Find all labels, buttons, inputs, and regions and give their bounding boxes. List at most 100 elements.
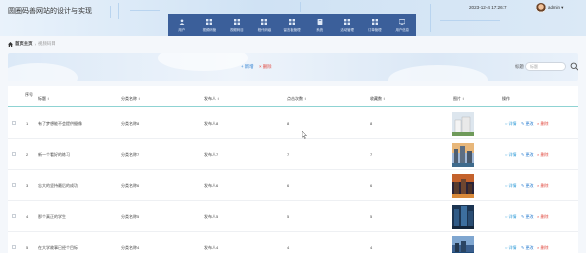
row-checkbox[interactable]	[12, 183, 16, 187]
row-checkbox[interactable]	[12, 245, 16, 249]
nav-item-user[interactable]: 用户	[168, 14, 196, 36]
header-publisher[interactable]: 发布人 ↕	[204, 96, 219, 102]
grid-icon	[233, 18, 240, 25]
screen-icon	[399, 18, 406, 25]
header-category[interactable]: 分类名称 ↕	[121, 96, 140, 102]
row-title: 那个真正的学生	[38, 214, 66, 219]
delete-row-button[interactable]: × 删除	[537, 214, 548, 220]
row-favorites: 8	[370, 121, 373, 126]
grid-icon	[344, 18, 351, 25]
nav-item-4[interactable]: 程代码级	[251, 14, 279, 36]
decor-line	[440, 20, 500, 21]
table-row: 1 有了梦想能不会提供摄像 分类名称8 发布人8 8 8 ○ 详情 ✎ 更改 ×…	[8, 108, 578, 139]
nav-label: 留言板管理	[283, 27, 301, 32]
row-category: 分类名称7	[121, 152, 140, 157]
detail-button[interactable]: ○ 详情	[505, 152, 517, 158]
decor-line	[300, 2, 301, 12]
row-clicks: 7	[287, 152, 290, 157]
search-icon[interactable]	[570, 62, 578, 71]
edit-button[interactable]: ✎ 更改	[521, 183, 533, 189]
row-thumbnail[interactable]	[452, 174, 474, 198]
edit-button[interactable]: ✎ 更改	[521, 245, 533, 251]
row-thumbnail[interactable]	[452, 143, 474, 167]
header-index: 序号	[25, 92, 33, 97]
nav-label: 订单管理	[367, 27, 382, 32]
row-category: 分类名称5	[121, 214, 140, 219]
row-index: 4	[26, 214, 29, 219]
book-icon	[316, 18, 323, 25]
site-title: 圆圈码善网站的设计与实现	[8, 8, 92, 15]
table-row: 3 忘大的坚持最后的成功 分类名称6 发布人6 6 6 ○ 详情 ✎ 更改 × …	[8, 170, 578, 201]
search-input[interactable]	[525, 62, 566, 71]
delete-button[interactable]: × 删除	[259, 64, 272, 70]
row-index: 1	[26, 121, 29, 126]
row-thumbnail[interactable]	[452, 112, 474, 136]
header-title[interactable]: 标题 ↕	[38, 96, 49, 102]
detail-button[interactable]: ○ 详情	[505, 214, 517, 220]
detail-button[interactable]: ○ 详情	[505, 121, 517, 127]
cloud-decor	[388, 65, 488, 81]
delete-row-button[interactable]: × 删除	[537, 152, 548, 158]
nav-item-7[interactable]: 活动管理	[333, 14, 361, 36]
row-title: 忘大的坚持最后的成功	[38, 183, 78, 188]
delete-row-button[interactable]: × 删除	[537, 245, 548, 251]
table-row: 5 在大学故事已经个目标 分类名称4 发布人4 4 4 ○ 详情 ✎ 更改 × …	[8, 232, 578, 253]
row-thumbnail[interactable]	[452, 236, 474, 253]
nav-label: 系统	[316, 27, 323, 32]
edit-button[interactable]: ✎ 更改	[521, 152, 533, 158]
row-index: 5	[26, 245, 29, 250]
table-row: 2 新一个看好的练习 分类名称7 发布人7 7 7 ○ 详情 ✎ 更改 × 删除	[8, 139, 578, 170]
nav-item-2[interactable]: 视频码管	[196, 14, 224, 36]
row-clicks: 8	[287, 121, 290, 126]
detail-button[interactable]: ○ 详情	[505, 245, 517, 251]
row-index: 3	[26, 183, 29, 188]
delete-row-button[interactable]: × 删除	[537, 183, 548, 189]
detail-button[interactable]: ○ 详情	[505, 183, 517, 189]
breadcrumb-home[interactable]: 首页主页	[15, 41, 33, 47]
header-image[interactable]: 图片 ↕	[453, 96, 464, 102]
cloud-decor	[8, 63, 78, 81]
avatar[interactable]	[536, 3, 546, 13]
delete-row-button[interactable]: × 删除	[537, 121, 548, 127]
row-checkbox[interactable]	[12, 121, 16, 125]
add-button[interactable]: + 新增	[241, 64, 254, 70]
breadcrumb: 首页主页 › 视频码目	[8, 40, 56, 48]
table-header: 序号 标题 ↕ 分类名称 ↕ 发布人 ↕ 点击次数 ↕ 收藏数 ↕ 图片 ↕ 操…	[8, 86, 578, 107]
decor-line	[430, 4, 431, 32]
header-clicks[interactable]: 点击次数 ↕	[287, 96, 306, 102]
cloud-decor	[158, 53, 248, 71]
header-favorites[interactable]: 收藏数 ↕	[370, 96, 385, 102]
edit-button[interactable]: ✎ 更改	[521, 214, 533, 220]
row-thumbnail[interactable]	[452, 205, 474, 229]
nav-item-3[interactable]: 视频码目	[223, 14, 251, 36]
row-publisher: 发布人6	[204, 183, 219, 188]
search-label: 标题	[515, 64, 524, 69]
nav-label: 用户信息	[395, 27, 410, 32]
row-favorites: 7	[370, 152, 373, 157]
grid-icon	[206, 18, 213, 25]
toolbar: + 新增 × 删除 标题	[8, 53, 578, 81]
user-menu[interactable]: admin ▾	[548, 5, 563, 11]
home-icon	[8, 41, 13, 47]
nav-label: 视频码管	[202, 27, 217, 32]
row-favorites: 5	[370, 214, 373, 219]
nav-item-6[interactable]: 系统	[306, 14, 334, 36]
data-table: 序号 标题 ↕ 分类名称 ↕ 发布人 ↕ 点击次数 ↕ 收藏数 ↕ 图片 ↕ 操…	[8, 86, 578, 253]
mouse-cursor-icon	[302, 131, 307, 139]
row-checkbox[interactable]	[12, 214, 16, 218]
edit-button[interactable]: ✎ 更改	[521, 121, 533, 127]
user-icon	[178, 18, 185, 25]
nav-item-9[interactable]: 用户信息	[389, 14, 417, 36]
datetime: 2023-12-4 17:26:7	[469, 5, 507, 10]
row-clicks: 4	[287, 245, 290, 250]
row-title: 新一个看好的练习	[38, 152, 70, 157]
header-actions: 操作	[502, 96, 510, 101]
nav-label: 用户	[178, 27, 186, 32]
row-checkbox[interactable]	[12, 152, 16, 156]
row-publisher: 发布人7	[204, 152, 219, 157]
row-category: 分类名称8	[121, 121, 140, 126]
nav-item-5[interactable]: 留言板管理	[278, 14, 306, 36]
row-publisher: 发布人8	[204, 121, 219, 126]
nav-item-8[interactable]: 订单管理	[361, 14, 389, 36]
grid-icon	[261, 18, 268, 25]
